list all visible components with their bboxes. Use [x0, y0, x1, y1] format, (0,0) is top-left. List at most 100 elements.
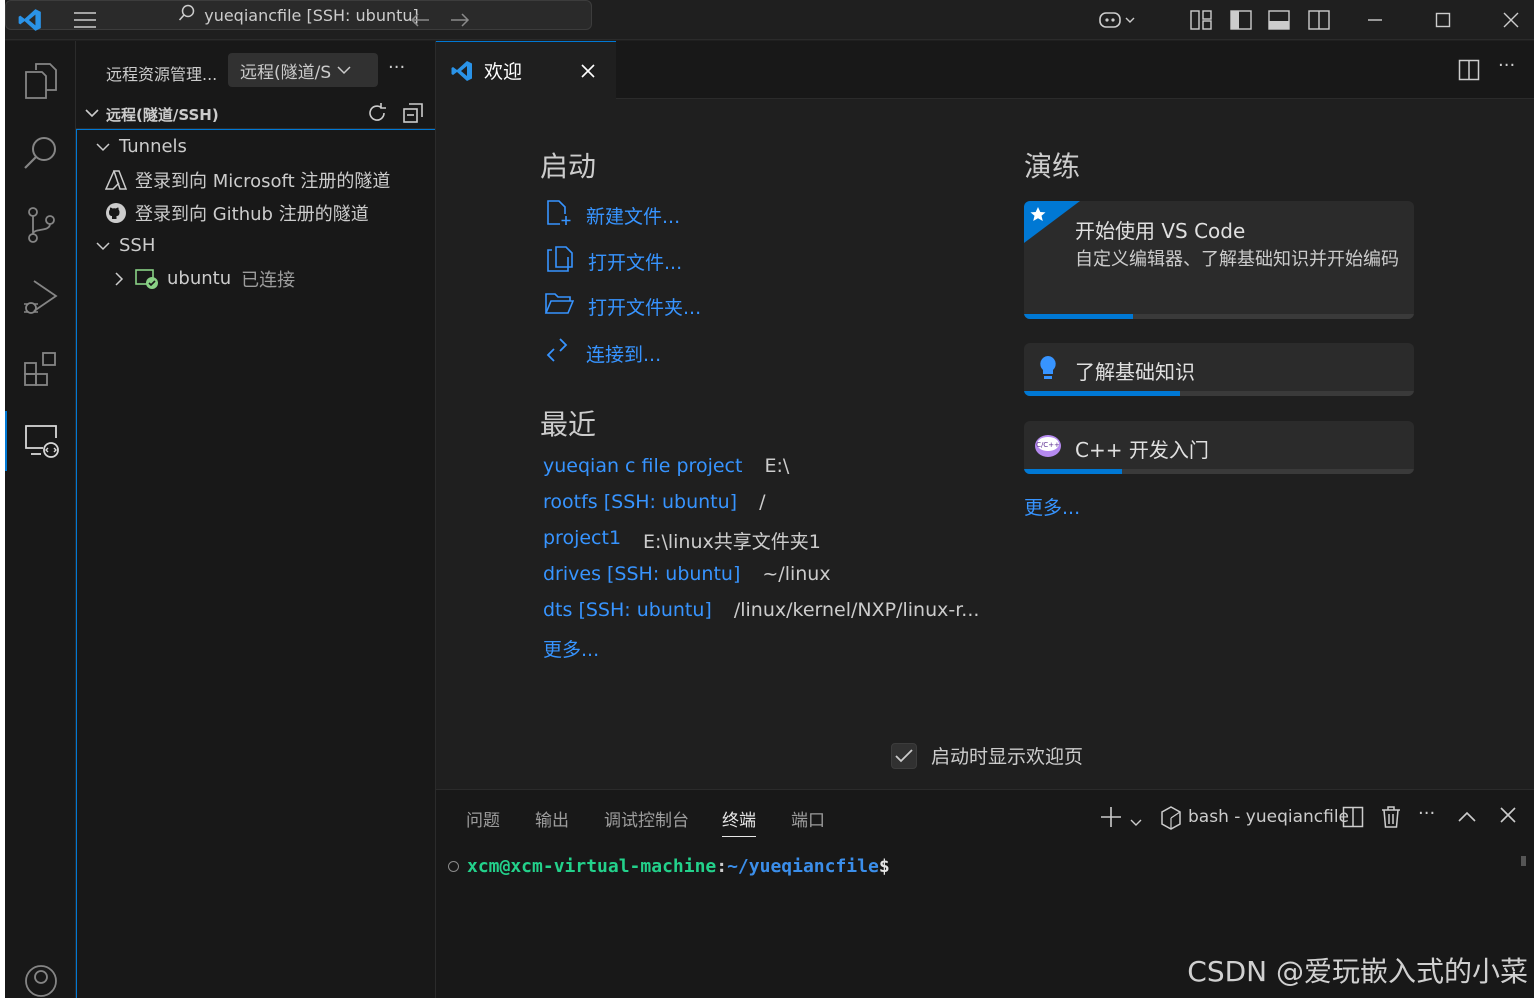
new-terminal-icon[interactable]: [1100, 806, 1122, 832]
recent-item[interactable]: dts [SSH: ubuntu] /linux/kernel/NXP/linu…: [543, 599, 979, 621]
vscode-logo-icon: [15, 6, 45, 34]
extensions-icon[interactable]: [5, 339, 76, 399]
walkthrough-card-basics[interactable]: 了解基础知识: [1024, 343, 1414, 396]
sidebar-header: 远程资源管理... 远程(隧道/S ···: [76, 53, 436, 87]
customize-layout-icon[interactable]: [1183, 6, 1219, 34]
sidebar-title: 远程资源管理...: [106, 65, 218, 84]
recent-name: drives [SSH: ubuntu]: [543, 563, 741, 585]
terminal-name[interactable]: bash - yueqiancfile: [1188, 807, 1349, 827]
connect-to-link[interactable]: 连接到...: [544, 337, 661, 370]
split-editor-icon[interactable]: [1458, 59, 1480, 85]
tab-output[interactable]: 输出: [535, 806, 569, 831]
walkthroughs-more-link[interactable]: 更多...: [1024, 493, 1080, 520]
section-header[interactable]: 远程(隧道/SSH): [76, 99, 436, 129]
tree-label: 登录到向 Github 注册的隧道: [135, 203, 369, 225]
recent-item[interactable]: rootfs [SSH: ubuntu] /: [543, 491, 765, 513]
recent-item[interactable]: yueqian c file project E:\: [543, 455, 789, 477]
card-title: 了解基础知识: [1075, 360, 1195, 384]
close-tab-icon[interactable]: [580, 63, 596, 79]
open-file-link[interactable]: 打开文件...: [544, 245, 682, 278]
copilot-icon[interactable]: [1093, 6, 1143, 34]
show-on-startup-label: 启动时显示欢迎页: [931, 746, 1084, 768]
maximize-panel-icon[interactable]: [1458, 808, 1476, 827]
recent-item[interactable]: project1 E:\linux共享文件夹1: [543, 527, 821, 554]
recent-heading: 最近: [540, 408, 597, 441]
terminal-scrollbar[interactable]: [1521, 856, 1526, 866]
command-decoration-icon: [448, 861, 459, 872]
maximize-icon[interactable]: [1425, 6, 1461, 34]
tree-item-ubuntu-host[interactable]: ubuntu 已连接: [77, 262, 435, 295]
welcome-page: 启动 新建文件... 打开文件... 打开文件夹... 连接到... 最近 yu…: [436, 99, 1534, 789]
open-folder-icon: [544, 291, 575, 322]
recent-more-link[interactable]: 更多...: [543, 635, 599, 662]
remote-explorer-sidebar: 远程资源管理... 远程(隧道/S ··· 远程(隧道/SSH) Tunnels: [76, 41, 436, 998]
collapse-all-icon[interactable]: [402, 102, 424, 128]
recent-path: E:\linux共享文件夹1: [643, 531, 821, 553]
chevron-down-icon[interactable]: [1130, 812, 1142, 831]
minimize-icon[interactable]: [1357, 6, 1393, 34]
search-view-icon[interactable]: [5, 123, 76, 183]
tab-welcome[interactable]: 欢迎: [436, 41, 616, 99]
panel-more-actions-button[interactable]: ···: [1418, 803, 1435, 824]
walkthrough-card-cpp[interactable]: C/C++ C++ 开发入门: [1024, 421, 1414, 474]
menu-icon[interactable]: [67, 6, 103, 34]
github-icon: [105, 202, 127, 224]
tab-ports[interactable]: 端口: [791, 806, 825, 831]
show-on-startup-checkbox[interactable]: [891, 742, 917, 769]
recent-item[interactable]: drives [SSH: ubuntu] ~/linux: [543, 563, 831, 585]
accounts-icon[interactable]: [5, 961, 76, 998]
remote-explorer-icon[interactable]: [5, 411, 76, 471]
toggle-primary-sidebar-icon[interactable]: [1223, 6, 1259, 34]
chevron-down-icon: [95, 142, 111, 152]
prompt-path: ~/yueqiancfile: [727, 856, 879, 877]
tab-problems[interactable]: 问题: [466, 806, 500, 831]
tab-terminal[interactable]: 终端: [722, 806, 756, 837]
recent-name: rootfs [SSH: ubuntu]: [543, 491, 738, 513]
open-folder-link[interactable]: 打开文件夹...: [544, 291, 701, 322]
tree-label: Tunnels: [119, 136, 187, 157]
card-title: C++ 开发入门: [1075, 438, 1209, 462]
refresh-icon[interactable]: [366, 102, 388, 128]
editor-more-actions-button[interactable]: ···: [1498, 55, 1515, 76]
terminal-shell-icon: [1160, 806, 1182, 834]
featured-star-icon: [1024, 201, 1080, 243]
back-arrow-icon[interactable]: [405, 6, 435, 34]
command-center-label: yueqiancfile [SSH: ubuntu]: [204, 5, 419, 25]
tab-debug-console[interactable]: 调试控制台: [604, 806, 689, 831]
toggle-secondary-sidebar-icon[interactable]: [1301, 6, 1337, 34]
walkthroughs-heading: 演练: [1024, 150, 1081, 183]
kill-terminal-icon[interactable]: [1380, 805, 1402, 833]
vscode-logo-icon: [450, 59, 474, 83]
recent-path: /linux/kernel/NXP/linux-r...: [733, 599, 980, 621]
tree-group-ssh[interactable]: SSH: [77, 229, 435, 262]
run-debug-icon[interactable]: [5, 267, 76, 327]
tree-item-microsoft-tunnel[interactable]: 登录到向 Microsoft 注册的隧道: [77, 163, 435, 196]
remote-type-select[interactable]: 远程(隧道/S: [228, 53, 378, 87]
progress-bar: [1024, 391, 1180, 396]
recent-path: ~/linux: [762, 563, 831, 585]
tree-item-github-tunnel[interactable]: 登录到向 Github 注册的隧道: [77, 196, 435, 229]
new-file-link[interactable]: 新建文件...: [544, 199, 680, 232]
open-folder-label: 打开文件夹...: [588, 297, 702, 319]
close-window-icon[interactable]: [1493, 6, 1529, 34]
close-panel-icon[interactable]: [1500, 807, 1516, 827]
section-title: 远程(隧道/SSH): [106, 106, 219, 124]
prompt-separator: :: [716, 856, 728, 877]
more-actions-button[interactable]: ···: [388, 57, 405, 78]
tree-group-tunnels[interactable]: Tunnels: [77, 130, 435, 163]
remote-connected-icon: [135, 268, 159, 290]
recent-name: dts [SSH: ubuntu]: [543, 599, 712, 621]
cpp-extension-icon: C/C++: [1034, 433, 1062, 463]
svg-text:C/C++: C/C++: [1036, 441, 1060, 449]
split-terminal-icon[interactable]: [1342, 806, 1364, 832]
progress-bar: [1024, 469, 1122, 474]
forward-arrow-icon[interactable]: [445, 6, 475, 34]
terminal-prompt-line[interactable]: xcm@xcm-virtual-machine : ~/yueqiancfile…: [448, 856, 890, 877]
toggle-panel-icon[interactable]: [1261, 6, 1297, 34]
chevron-down-icon: [95, 241, 111, 251]
explorer-icon[interactable]: [5, 51, 76, 111]
card-title: 开始使用 VS Code: [1075, 219, 1246, 243]
source-control-icon[interactable]: [5, 195, 76, 255]
walkthrough-card-get-started[interactable]: 开始使用 VS Code 自定义编辑器、了解基础知识并开始编码: [1024, 201, 1414, 319]
tree-view: Tunnels 登录到向 Microsoft 注册的隧道 登录到向 Github…: [76, 129, 435, 998]
